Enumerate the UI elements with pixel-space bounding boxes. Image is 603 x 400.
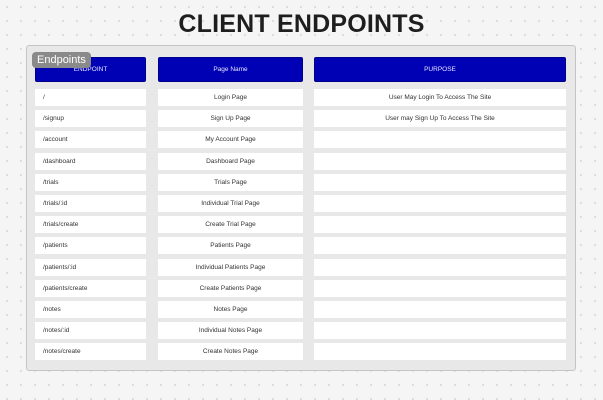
endpoint-cell: /signup	[35, 110, 146, 128]
purpose-cell	[314, 322, 566, 340]
endpoint-cell: /trials/create	[35, 216, 146, 234]
endpoint-cell: /notes/:id	[35, 322, 146, 340]
endpoint-cell: /patients	[35, 237, 146, 255]
frame-label[interactable]: Endpoints	[32, 52, 91, 68]
endpoint-cell: /account	[35, 131, 146, 149]
purpose-cell	[314, 152, 566, 170]
purpose-cell	[314, 173, 566, 191]
purpose-cell: User May Login To Access The Site	[314, 89, 566, 106]
purpose-cell	[314, 343, 566, 361]
purpose-header: PURPOSE	[314, 57, 566, 82]
endpoint-cell: /dashboard	[35, 152, 146, 170]
page-name-cell: Notes Page	[158, 300, 303, 318]
purpose-cell: User may Sign Up To Access The Site	[314, 110, 566, 128]
page-name-cells: Login Page Sign Up Page My Account Page …	[158, 89, 303, 361]
endpoint-cell: /notes/create	[35, 343, 146, 361]
page-name-cell: My Account Page	[158, 131, 303, 149]
page-name-cell: Patients Page	[158, 237, 303, 255]
page-name-header: Page Name	[158, 57, 303, 82]
purpose-cell	[314, 300, 566, 318]
page-name-column: Page Name Login Page Sign Up Page My Acc…	[158, 57, 303, 364]
purpose-cell	[314, 258, 566, 276]
page-name-cell: Individual Notes Page	[158, 322, 303, 340]
purpose-column: PURPOSE User May Login To Access The Sit…	[314, 57, 566, 364]
endpoint-cell: /trials	[35, 173, 146, 191]
endpoint-column: ENDPOINT / /signup /account /dashboard /…	[35, 57, 146, 364]
purpose-cell	[314, 237, 566, 255]
purpose-cell	[314, 194, 566, 212]
page-name-cell: Dashboard Page	[158, 152, 303, 170]
page-name-cell: Individual Trial Page	[158, 194, 303, 212]
endpoint-cells: / /signup /account /dashboard /trials /t…	[35, 89, 146, 361]
purpose-cell	[314, 131, 566, 149]
page-title: CLIENT ENDPOINTS	[178, 10, 425, 38]
page-name-cell: Trials Page	[158, 173, 303, 191]
page-name-cell: Sign Up Page	[158, 110, 303, 128]
page-name-cell: Create Trial Page	[158, 216, 303, 234]
page-name-cell: Individual Patients Page	[158, 258, 303, 276]
purpose-cell	[314, 279, 566, 297]
page-name-cell: Login Page	[158, 89, 303, 106]
endpoint-cell: /patients/:id	[35, 258, 146, 276]
endpoint-cell: /notes	[35, 300, 146, 318]
endpoint-cell: /trials/:id	[35, 194, 146, 212]
endpoint-cell: /	[35, 89, 146, 106]
purpose-cells: User May Login To Access The Site User m…	[314, 89, 566, 361]
endpoint-cell: /patients/create	[35, 279, 146, 297]
purpose-cell	[314, 216, 566, 234]
page-name-cell: Create Notes Page	[158, 343, 303, 361]
page-name-cell: Create Patients Page	[158, 279, 303, 297]
